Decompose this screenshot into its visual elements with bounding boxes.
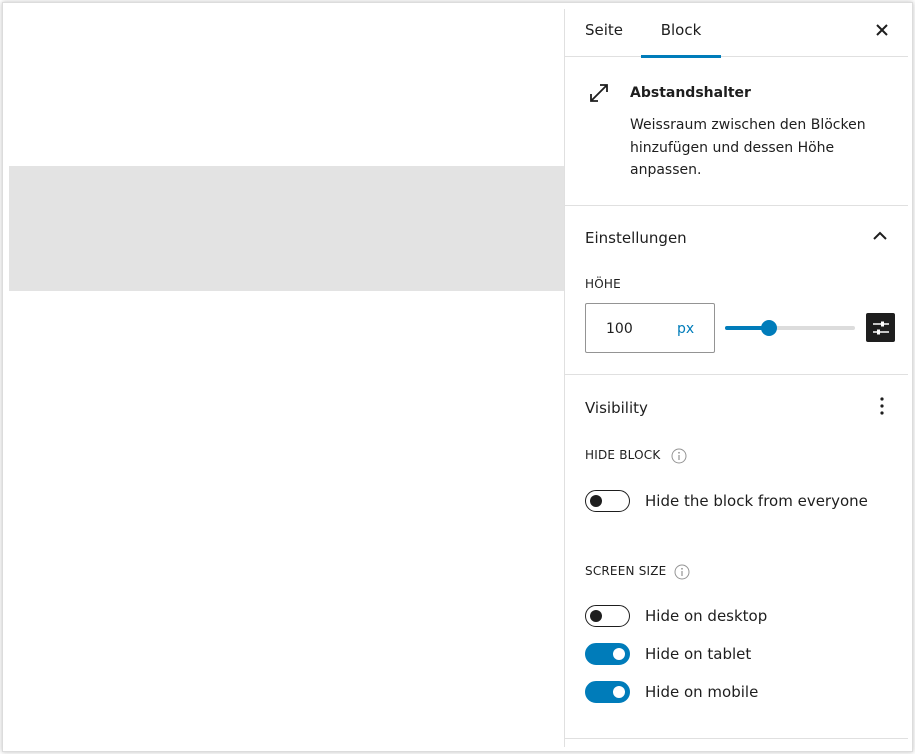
height-value: 100 xyxy=(606,321,633,337)
hide-tablet-toggle[interactable] xyxy=(585,643,630,665)
block-card: Abstandshalter Weissraum zwischen den Bl… xyxy=(565,57,908,206)
settings-panel-title[interactable]: Einstellungen xyxy=(585,229,687,247)
visibility-options-button[interactable] xyxy=(870,394,894,418)
custom-value-button[interactable] xyxy=(866,313,895,342)
toggle-knob xyxy=(613,648,625,660)
visibility-panel-title: Visibility xyxy=(585,399,648,417)
toggle-knob xyxy=(613,686,625,698)
hide-everyone-label: Hide the block from everyone xyxy=(645,492,868,510)
sidebar-tabs: Seite Block xyxy=(565,9,908,58)
hide-block-label: HIDE BLOCK xyxy=(585,448,661,462)
close-sidebar-button[interactable] xyxy=(870,18,894,42)
toggle-knob xyxy=(590,610,602,622)
block-description: Weissraum zwischen den Blöcken hinzufüge… xyxy=(630,117,866,178)
slider-thumb[interactable] xyxy=(761,320,778,336)
toggle-knob xyxy=(590,495,602,507)
tab-page[interactable]: Seite xyxy=(585,9,623,57)
hide-everyone-toggle[interactable] xyxy=(585,490,630,512)
height-label: HÖHE xyxy=(585,277,621,291)
spacer-block-selected[interactable] xyxy=(9,166,565,291)
height-unit-select[interactable]: px xyxy=(677,321,694,337)
editor-canvas xyxy=(9,9,565,747)
tab-block[interactable]: Block xyxy=(641,9,721,58)
visibility-panel: Visibility HIDE BLOCK Hide the block fro… xyxy=(565,375,908,739)
close-icon xyxy=(876,24,888,36)
screen-size-label: SCREEN SIZE xyxy=(585,564,667,578)
settings-sidebar: Seite Block Abstandshalter Weissraum zwi… xyxy=(564,9,908,747)
hide-mobile-toggle[interactable] xyxy=(585,681,630,703)
settings-panel: Einstellungen HÖHE 100 px xyxy=(565,206,908,375)
more-vertical-icon xyxy=(880,397,884,415)
block-title: Abstandshalter xyxy=(630,85,751,101)
info-icon[interactable] xyxy=(674,564,690,580)
hide-desktop-label: Hide on desktop xyxy=(645,607,768,625)
sliders-icon xyxy=(872,321,889,334)
hide-desktop-toggle[interactable] xyxy=(585,605,630,627)
info-icon[interactable] xyxy=(671,448,687,464)
height-input[interactable]: 100 px xyxy=(585,303,715,353)
hide-tablet-label: Hide on tablet xyxy=(645,645,752,663)
height-slider[interactable] xyxy=(725,320,855,336)
hide-mobile-label: Hide on mobile xyxy=(645,683,759,701)
chevron-up-icon[interactable] xyxy=(868,225,892,249)
resize-diagonal-icon xyxy=(590,84,608,102)
editor-window: Seite Block Abstandshalter Weissraum zwi… xyxy=(2,2,913,752)
